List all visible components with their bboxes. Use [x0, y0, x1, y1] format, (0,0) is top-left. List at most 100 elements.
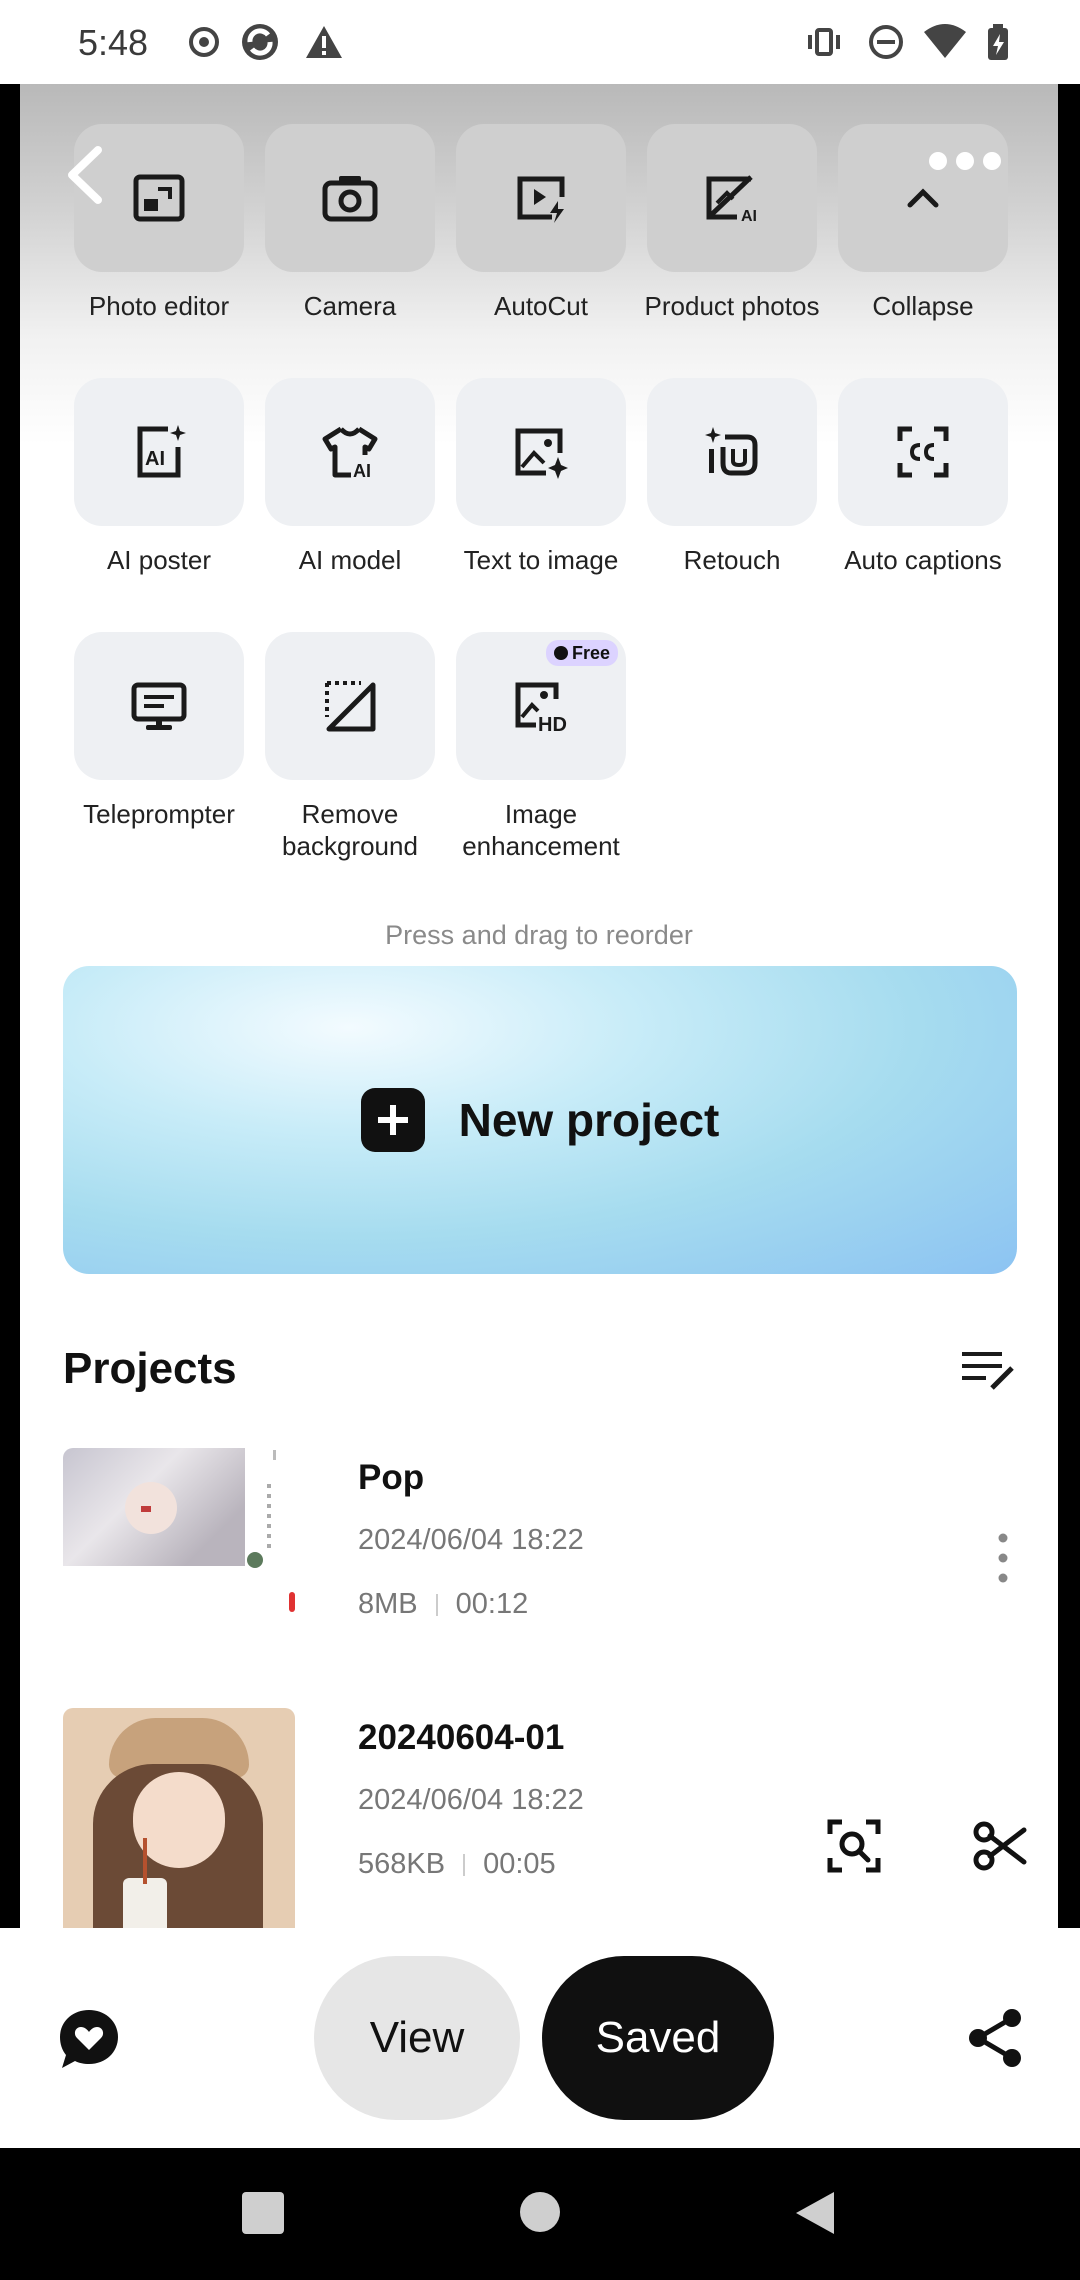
tool-tile[interactable] — [456, 124, 626, 272]
tool-ai-poster[interactable]: AI AI poster — [74, 378, 244, 576]
project-date: 2024/06/04 18:22 — [358, 1524, 584, 1556]
clock-icon — [553, 646, 568, 660]
svg-text:AI: AI — [145, 448, 165, 470]
tool-remove-background[interactable]: Remove background — [265, 632, 435, 862]
tool-label: Retouch — [683, 545, 781, 575]
tool-label: Text to image — [463, 545, 619, 575]
image-enhancement-icon: HD — [515, 682, 567, 735]
auto-captions-icon — [897, 426, 949, 478]
home-content[interactable]: Photo editor Camera AutoCut AI Product p… — [20, 84, 1058, 1928]
tool-autocut[interactable]: AutoCut — [456, 124, 626, 322]
new-project-label: New project — [458, 1094, 720, 1146]
project-more-icon[interactable] — [993, 1528, 1013, 1588]
tool-label: Photo editor — [88, 291, 230, 321]
project-size: 568KB — [358, 1848, 446, 1880]
tool-label: Camera — [303, 291, 397, 321]
scissors-icon[interactable] — [972, 1818, 1028, 1874]
tool-tile[interactable] — [265, 632, 435, 780]
tool-label: Image enhancement — [462, 799, 620, 861]
home-button[interactable] — [520, 2192, 560, 2232]
back-button[interactable] — [56, 140, 116, 210]
tool-label: AI poster — [106, 545, 212, 575]
app-notification-icon — [242, 24, 278, 60]
tool-tile[interactable]: AI — [265, 378, 435, 526]
tool-tile[interactable] — [647, 378, 817, 526]
tool-label: Teleprompter — [83, 799, 235, 829]
project-duration: 00:05 — [483, 1848, 556, 1880]
tool-tile[interactable]: AI — [74, 378, 244, 526]
meta-divider — [435, 1593, 438, 1616]
tool-label: Collapse — [872, 291, 974, 321]
text-to-image-icon — [515, 428, 568, 479]
tool-label: Auto captions — [844, 545, 1002, 575]
project-name: Pop — [358, 1458, 425, 1497]
free-badge-label: Free — [571, 642, 610, 663]
product-photos-icon: AI — [706, 175, 757, 225]
view-button[interactable]: View — [314, 1956, 520, 2120]
record-icon — [189, 27, 219, 57]
recents-button[interactable] — [242, 2192, 284, 2234]
svg-text:AI: AI — [741, 208, 757, 225]
project-thumbnail[interactable] — [63, 1448, 295, 1678]
tool-label: AutoCut — [494, 291, 588, 321]
wifi-icon — [924, 24, 966, 58]
tool-auto-captions[interactable]: Auto captions — [838, 378, 1008, 576]
project-duration: 00:12 — [455, 1588, 529, 1620]
tool-tile[interactable]: AI — [647, 124, 817, 272]
tool-label: Remove background — [282, 799, 418, 861]
tool-tile[interactable] — [456, 378, 626, 526]
bottom-action-bar: View Saved — [0, 1928, 1080, 2148]
status-bar: 5:48 — [0, 0, 1080, 84]
reorder-hint: Press and drag to reorder — [385, 920, 693, 950]
tool-tile[interactable] — [74, 632, 244, 780]
free-badge: Free — [545, 640, 618, 666]
share-icon[interactable] — [966, 2008, 1026, 2068]
tool-product-photos[interactable]: AI Product photos — [645, 124, 819, 322]
status-time: 5:48 — [78, 22, 149, 63]
project-date: 2024/06/04 18:22 — [358, 1784, 584, 1816]
tool-tile[interactable]: Free HD — [456, 632, 626, 780]
new-project-button[interactable]: New project — [63, 966, 1017, 1274]
ai-model-icon: AI — [322, 426, 378, 481]
project-thumbnail[interactable] — [63, 1708, 295, 1928]
warning-icon — [306, 26, 342, 58]
autocut-icon — [517, 176, 565, 223]
tool-label: AI model — [298, 545, 402, 575]
meta-divider — [463, 1853, 466, 1876]
svg-text:HD: HD — [538, 714, 567, 735]
project-meta: 568KB 00:05 — [358, 1848, 556, 1881]
plus-icon — [360, 1088, 425, 1152]
teleprompter-icon — [131, 682, 187, 730]
tool-tile[interactable] — [838, 378, 1008, 526]
retouch-icon — [705, 427, 758, 476]
more-options-icon[interactable] — [920, 136, 1010, 186]
ai-poster-icon: AI — [137, 425, 186, 478]
zoom-search-icon[interactable] — [826, 1818, 882, 1874]
tool-retouch[interactable]: Retouch — [647, 378, 817, 576]
tool-tile[interactable] — [265, 124, 435, 272]
svg-text:AI: AI — [353, 461, 371, 481]
manage-projects-icon[interactable] — [960, 1348, 1016, 1392]
camera-icon — [322, 176, 378, 222]
system-navigation-bar — [0, 2148, 1080, 2280]
project-meta: 8MB 00:12 — [358, 1588, 528, 1621]
project-size: 8MB — [358, 1588, 418, 1620]
tool-text-to-image[interactable]: Text to image — [456, 378, 626, 576]
tool-image-enhancement[interactable]: Free HD Image enhancement — [456, 632, 626, 862]
saved-button[interactable]: Saved — [542, 1956, 774, 2120]
tool-ai-model[interactable]: AI AI model — [265, 378, 435, 576]
photo-editor-icon — [133, 174, 185, 222]
favorite-chat-icon[interactable] — [56, 2006, 122, 2072]
do-not-disturb-icon — [869, 25, 903, 59]
remove-background-icon — [325, 681, 376, 732]
project-name: 20240604-01 — [358, 1718, 565, 1757]
tool-teleprompter[interactable]: Teleprompter — [74, 632, 244, 830]
back-nav-button[interactable] — [792, 2190, 836, 2236]
tool-camera[interactable]: Camera — [265, 124, 435, 322]
battery-icon — [988, 24, 1008, 60]
vibrate-icon — [808, 28, 840, 56]
screen: 5:48 Photo editor Camera AutoCut AI Prod… — [0, 0, 1080, 2280]
tool-label: Product photos — [644, 291, 820, 321]
projects-title: Projects — [63, 1344, 237, 1393]
project-row[interactable]: Pop 2024/06/04 18:22 8MB 00:12 — [63, 1448, 1023, 1678]
